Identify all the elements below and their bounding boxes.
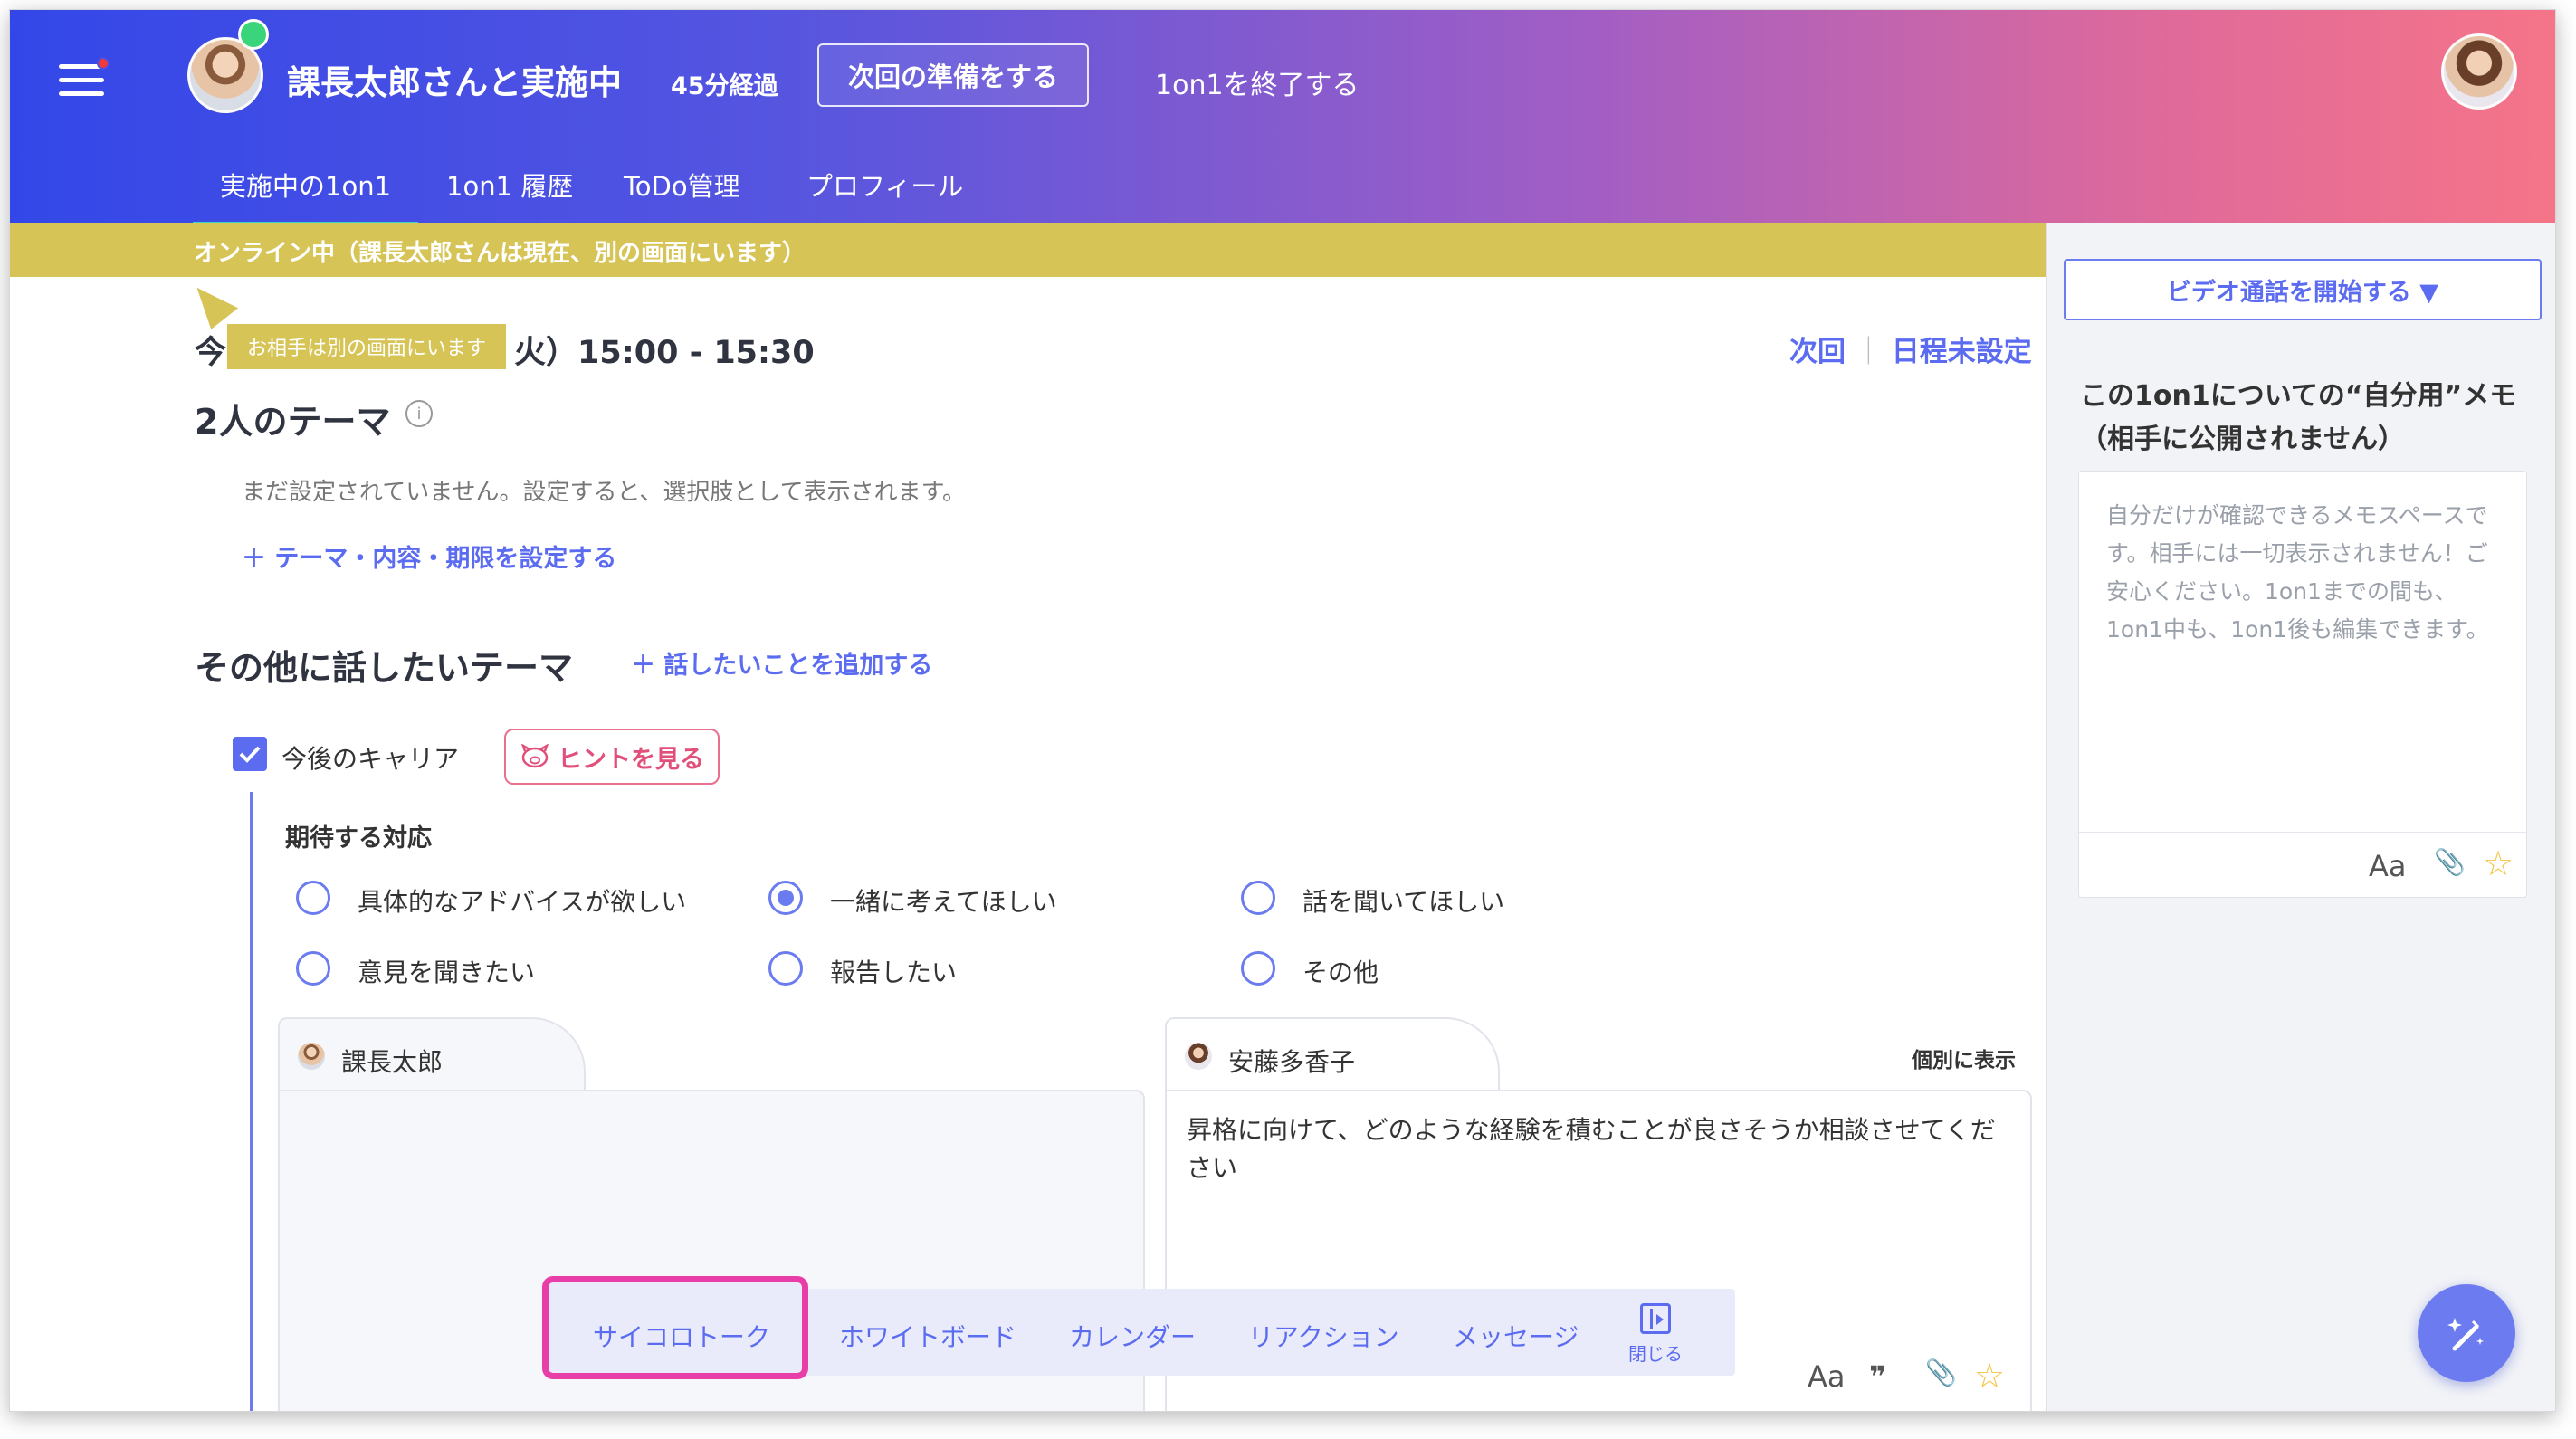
whiteboard-button[interactable]: ホワイトボード bbox=[839, 1318, 1016, 1354]
next-schedule[interactable]: 次回 ｜ 日程未設定 bbox=[1789, 329, 2032, 369]
menu-icon[interactable] bbox=[59, 57, 110, 100]
end-1on1-link[interactable]: 1on1を終了する bbox=[1155, 62, 1360, 102]
star-icon[interactable]: ☆ bbox=[2483, 843, 2514, 883]
radio-advice[interactable] bbox=[296, 881, 330, 915]
star-icon[interactable]: ☆ bbox=[1974, 1356, 2005, 1396]
add-topic-link[interactable]: ＋ 話したいことを追加する bbox=[631, 645, 932, 681]
side-panel: ビデオ通話を開始する ▼ この1on1についての“自分用”メモ（相手に公開されま… bbox=[2046, 223, 2555, 1411]
prepare-next-button[interactable]: 次回の準備をする bbox=[817, 43, 1089, 107]
radio-label-think-together: 一緒に考えてほしい bbox=[830, 887, 1057, 917]
topic-guide-line bbox=[250, 792, 253, 1411]
private-memo-input[interactable] bbox=[2079, 472, 2526, 835]
text-format-icon[interactable]: Aa bbox=[2369, 849, 2407, 883]
calendar-button[interactable]: カレンダー bbox=[1069, 1318, 1196, 1354]
tab-todo[interactable]: ToDo管理 bbox=[624, 166, 740, 204]
ai-assist-button[interactable] bbox=[2418, 1284, 2515, 1382]
dice-talk-button[interactable]: サイコロトーク bbox=[593, 1318, 770, 1354]
online-status-banner: オンライン中（課長太郎さんは現在、別の画面にいます） bbox=[10, 223, 2046, 277]
radio-listen[interactable] bbox=[1241, 881, 1275, 915]
attach-icon[interactable]: 📎 bbox=[2434, 847, 2466, 877]
expected-response-heading: 期待する対応 bbox=[285, 824, 432, 853]
pig-icon bbox=[521, 744, 549, 768]
bottom-toolbar: サイコロトーク ホワイトボード カレンダー リアクション メッセージ 閉じる bbox=[542, 1276, 1735, 1379]
radio-label-advice: 具体的なアドバイスが欲しい bbox=[358, 887, 687, 917]
notification-dot bbox=[97, 57, 110, 70]
member-name: 安藤多香子 bbox=[1228, 1047, 1356, 1077]
member-note-text: 昇格に向けて、どのような経験を積むことが良さそうか相談させてください bbox=[1187, 1115, 1996, 1183]
radio-label-opinion: 意見を聞きたい bbox=[358, 958, 536, 987]
text-format-icon[interactable]: Aa bbox=[1808, 1359, 1846, 1394]
member-mini-avatar bbox=[1185, 1043, 1212, 1070]
memo-toolbar: Aa 📎 ☆ bbox=[2079, 832, 2526, 897]
tab-profile[interactable]: プロフィール bbox=[806, 166, 963, 204]
message-button[interactable]: メッセージ bbox=[1453, 1318, 1579, 1354]
manager-name: 課長太郎 bbox=[341, 1047, 444, 1077]
header: 課長太郎さんと実施中 45分経過 次回の準備をする 1on1を終了する 実施中の… bbox=[10, 10, 2555, 227]
app-window: 課長太郎さんと実施中 45分経過 次回の準備をする 1on1を終了する 実施中の… bbox=[9, 9, 2556, 1412]
private-memo-box: Aa 📎 ☆ bbox=[2078, 471, 2527, 898]
radio-label-listen: 話を聞いてほしい bbox=[1302, 887, 1505, 917]
reaction-button[interactable]: リアクション bbox=[1248, 1318, 1399, 1354]
individual-view-toggle[interactable]: 個別に表示 bbox=[1912, 1043, 2016, 1073]
private-memo-title: この1on1についての“自分用”メモ（相手に公開されません） bbox=[2080, 380, 2517, 455]
magic-wand-icon bbox=[2447, 1318, 2484, 1351]
panel-close-icon bbox=[1640, 1303, 1671, 1334]
tab-current-1on1[interactable]: 実施中の1on1 bbox=[192, 166, 419, 227]
user-avatar[interactable] bbox=[2441, 33, 2517, 110]
check-icon bbox=[239, 746, 261, 763]
elapsed-time: 45分経過 bbox=[671, 72, 778, 100]
start-video-call-button[interactable]: ビデオ通話を開始する ▼ bbox=[2064, 259, 2542, 320]
close-toolbar-button[interactable]: 閉じる bbox=[1619, 1303, 1692, 1367]
cursor-pointer-icon bbox=[185, 275, 239, 329]
radio-think-together[interactable] bbox=[768, 881, 803, 915]
tab-history[interactable]: 1on1 履歴 bbox=[446, 166, 573, 204]
set-theme-link[interactable]: ＋ テーマ・内容・期限を設定する bbox=[242, 538, 616, 574]
theme-heading: 2人のテーマ bbox=[195, 402, 391, 442]
manager-mini-avatar bbox=[298, 1043, 325, 1070]
banner-text: オンライン中（課長太郎さんは現在、別の画面にいます） bbox=[194, 240, 806, 267]
topic-checkbox[interactable] bbox=[233, 737, 267, 771]
hint-button[interactable]: ヒントを見る bbox=[504, 729, 720, 785]
online-indicator bbox=[238, 19, 269, 50]
radio-other[interactable] bbox=[1241, 951, 1275, 986]
partner-status-tooltip: お相手は別の画面にいます bbox=[227, 324, 506, 369]
theme-empty-text: まだ設定されていません。設定すると、選択肢として表示されます。 bbox=[242, 479, 967, 506]
attach-icon[interactable]: 📎 bbox=[1925, 1358, 1957, 1387]
other-topics-heading: その他に話したいテーマ bbox=[195, 648, 574, 688]
quote-icon[interactable]: ❞ bbox=[1869, 1359, 1886, 1394]
radio-label-report: 報告したい bbox=[830, 958, 958, 987]
session-title: 課長太郎さんと実施中 bbox=[287, 63, 622, 102]
topic-label: 今後のキャリア bbox=[281, 744, 460, 774]
radio-opinion[interactable] bbox=[296, 951, 330, 986]
info-icon[interactable]: i bbox=[405, 400, 433, 427]
radio-label-other: その他 bbox=[1302, 958, 1379, 987]
radio-report[interactable] bbox=[768, 951, 803, 986]
